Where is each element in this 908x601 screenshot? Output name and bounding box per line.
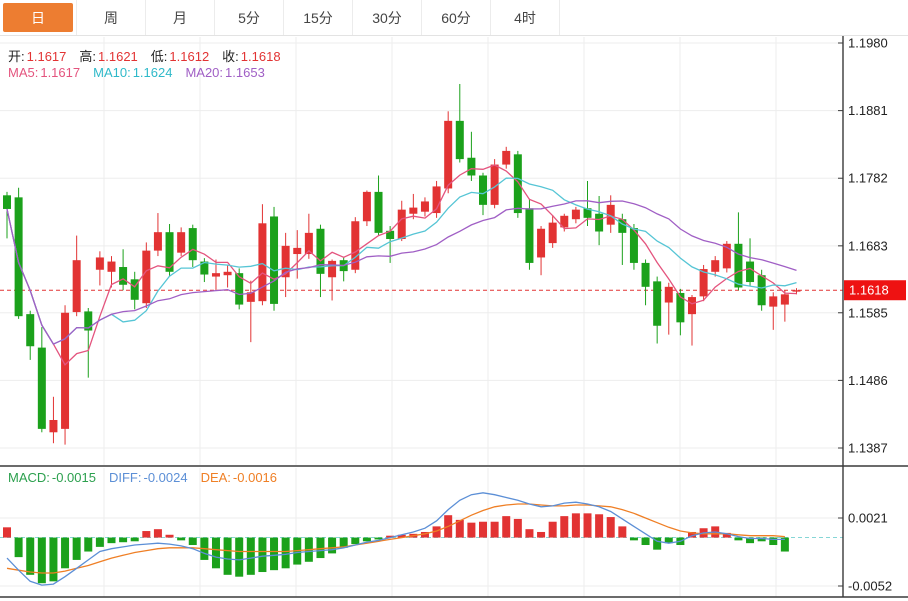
- high-value: 1.1621: [98, 49, 138, 64]
- ma10-value: 1.1624: [133, 65, 173, 80]
- tab-month-label: 月: [149, 3, 211, 32]
- ma10-label: MA10:: [93, 65, 131, 80]
- close-value: 1.1618: [241, 49, 281, 64]
- macd-chart-area[interactable]: [0, 468, 843, 597]
- close-label: 收:: [222, 49, 239, 64]
- timeframe-tabbar: 日 周 月 5分 15分 30分 60分 4时: [0, 0, 908, 36]
- price-tick-label: 1.1881: [848, 103, 888, 118]
- price-tick-label: 1.1683: [848, 238, 888, 253]
- low-label: 低:: [151, 49, 168, 64]
- current-price-label: 1.1618: [849, 283, 889, 298]
- ohlc-info-row: 开:1.1617 高:1.1621 低:1.1612 收:1.1618: [8, 46, 294, 65]
- price-tick-label: 1.1980: [848, 36, 888, 51]
- tab-4hour[interactable]: 4时: [491, 0, 560, 35]
- open-value: 1.1617: [27, 49, 67, 64]
- chart-svg: 1.1980 1.1881 1.1782 1.1683 1.1585 1.1486 1.13…: [0, 0, 908, 601]
- tab-day-label: 日: [3, 3, 73, 32]
- main-chart-area[interactable]: [0, 37, 843, 466]
- dea-value: -0.0016: [233, 470, 277, 485]
- diff-label: DIFF:: [109, 470, 142, 485]
- ma5-value: 1.1617: [40, 65, 80, 80]
- macd-tick-label: 0.0021: [848, 511, 888, 526]
- macd-info-row: MACD:-0.0015 DIFF:-0.0024 DEA:-0.0016: [8, 470, 290, 485]
- price-tick-label: 1.1585: [848, 305, 888, 320]
- macd-tick-label: -0.0052: [848, 579, 892, 594]
- low-value: 1.1612: [169, 49, 209, 64]
- macd-label: MACD:: [8, 470, 50, 485]
- price-tick-label: 1.1782: [848, 171, 888, 186]
- trading-chart-app: 日 周 月 5分 15分 30分 60分 4时 1.1980 1.1881 1.17…: [0, 0, 908, 601]
- tab-week[interactable]: 周: [77, 0, 146, 35]
- open-label: 开:: [8, 49, 25, 64]
- price-tick-label: 1.1486: [848, 373, 888, 388]
- tab-30min-label: 30分: [356, 3, 418, 32]
- tab-month[interactable]: 月: [146, 0, 215, 35]
- tab-60min[interactable]: 60分: [422, 0, 491, 35]
- macd-value: -0.0015: [52, 470, 96, 485]
- ma20-label: MA20:: [185, 65, 223, 80]
- ma20-value: 1.1653: [225, 65, 265, 80]
- tab-60min-label: 60分: [425, 3, 487, 32]
- tab-week-label: 周: [80, 3, 142, 32]
- diff-value: -0.0024: [143, 470, 187, 485]
- tab-5min-label: 5分: [218, 3, 280, 32]
- tabbar-filler: [560, 0, 908, 35]
- tab-4hour-label: 4时: [494, 3, 556, 32]
- tab-30min[interactable]: 30分: [353, 0, 422, 35]
- dea-label: DEA:: [201, 470, 231, 485]
- tab-5min[interactable]: 5分: [215, 0, 284, 35]
- price-tick-label: 1.1387: [848, 441, 888, 456]
- ma5-label: MA5:: [8, 65, 38, 80]
- tab-15min-label: 15分: [287, 3, 349, 32]
- high-label: 高:: [79, 49, 96, 64]
- tab-15min[interactable]: 15分: [284, 0, 353, 35]
- ma-info-row: MA5:1.1617 MA10:1.1624 MA20:1.1653: [8, 65, 278, 80]
- tab-day[interactable]: 日: [0, 0, 77, 35]
